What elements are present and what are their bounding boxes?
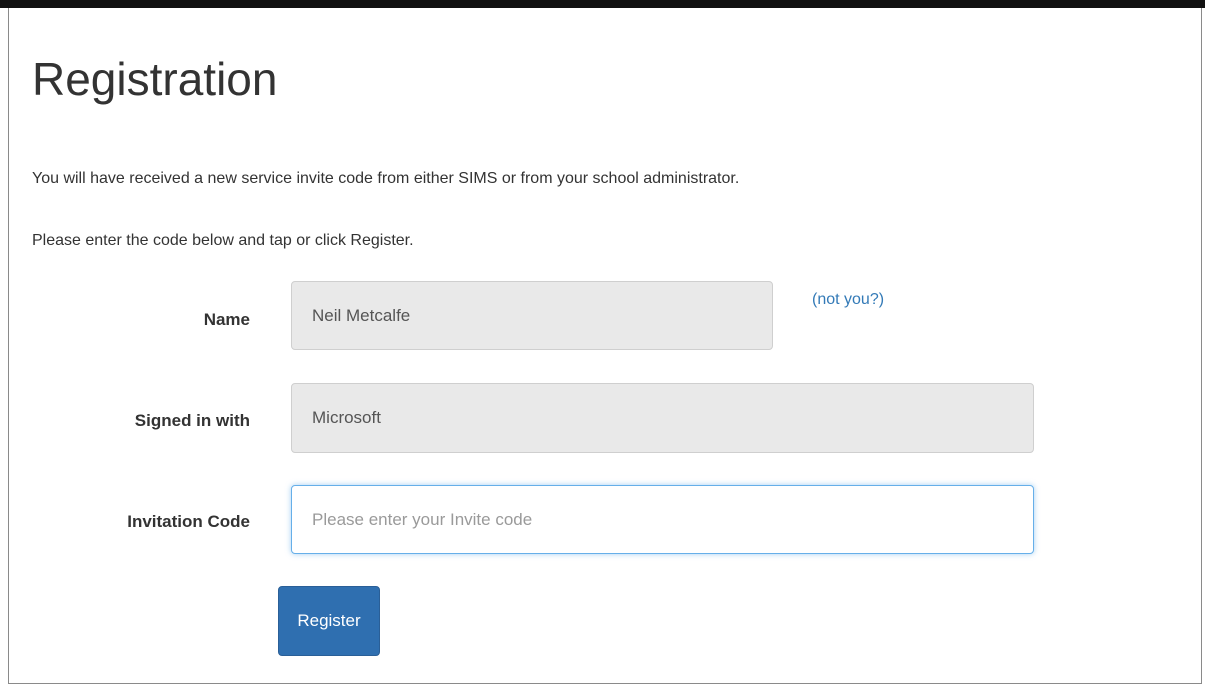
top-border [0, 0, 1205, 8]
register-button[interactable]: Register [278, 586, 380, 656]
instruction-text: Please enter the code below and tap or c… [32, 232, 414, 249]
invitation-code-label: Invitation Code [127, 512, 250, 531]
invitation-code-input[interactable] [291, 485, 1034, 554]
intro-text: You will have received a new service inv… [32, 170, 740, 187]
signed-in-with-label: Signed in with [134, 411, 250, 430]
page-title: Registration [32, 53, 278, 105]
name-label: Name [203, 310, 250, 329]
name-field: Neil Metcalfe [291, 281, 773, 350]
signed-in-with-field: Microsoft [291, 383, 1034, 453]
not-you-link[interactable]: (not you?) [812, 291, 884, 309]
